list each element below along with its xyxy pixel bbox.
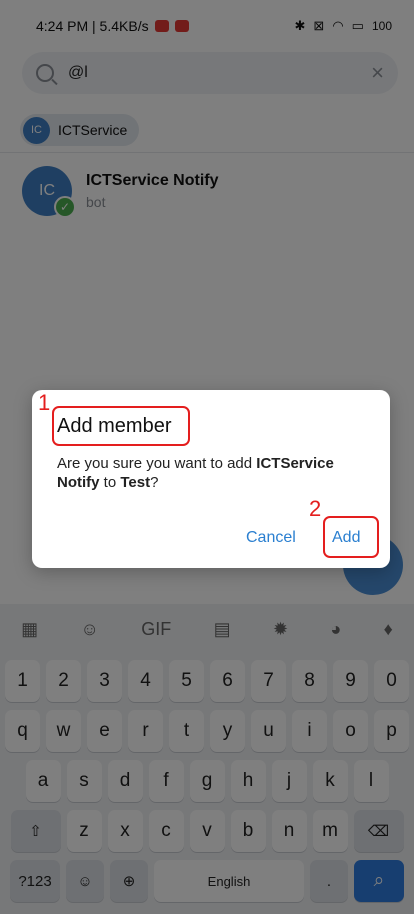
dialog-message-suffix: ? [150,474,159,491]
dialog-group-name: Test [120,474,151,491]
annotation-marker-2: 2 [309,496,322,521]
dialog-message-prefix: Are you sure you want to add [57,455,257,472]
annotation-box-add [323,516,379,558]
annotation-box-title [52,406,190,446]
annotation-marker-1: 1 [38,390,51,415]
dialog-message: Are you sure you want to add ICTService … [57,454,377,492]
dialog-message-middle: to [99,474,121,491]
cancel-button[interactable]: Cancel [246,529,296,547]
